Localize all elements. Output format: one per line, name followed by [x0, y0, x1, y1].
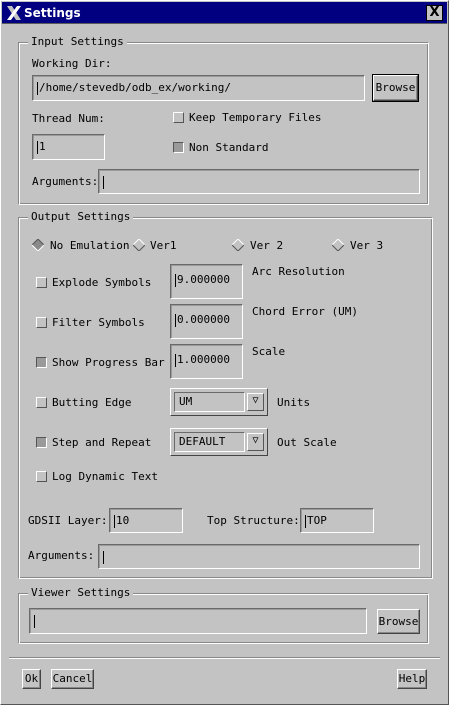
show-progress-label: Show Progress Bar	[52, 356, 165, 369]
cancel-button[interactable]: Cancel	[51, 669, 94, 689]
footer-separator	[9, 657, 440, 659]
input-arguments-label: Arguments:	[32, 175, 99, 188]
log-dynamic-checkbox[interactable]	[36, 471, 47, 482]
radio-ver1-label: Ver1	[150, 239, 177, 252]
radio-ver1[interactable]	[133, 239, 145, 251]
input-arguments-input[interactable]	[98, 169, 420, 194]
units-combo[interactable]: UM ▽	[170, 388, 268, 416]
text-caret	[305, 514, 306, 528]
keep-temp-files-label: Keep Temporary Files	[189, 111, 322, 124]
top-structure-input[interactable]: TOP	[300, 508, 374, 533]
butting-edge-checkbox[interactable]	[36, 397, 47, 408]
radio-ver3[interactable]	[332, 239, 344, 251]
gdsii-layer-label: GDSII Layer:	[28, 514, 108, 527]
text-caret	[37, 81, 38, 95]
non-standard-checkbox[interactable]	[173, 142, 184, 153]
non-standard-label: Non Standard	[189, 141, 269, 154]
log-dynamic-label: Log Dynamic Text	[52, 470, 158, 483]
step-repeat-label: Step and Repeat	[52, 436, 152, 449]
top-structure-label: Top Structure:	[207, 514, 300, 527]
viewer-browse-button[interactable]: Browse	[377, 609, 420, 634]
text-caret	[175, 273, 176, 287]
radio-ver2[interactable]	[232, 239, 244, 251]
text-caret	[103, 175, 104, 189]
gdsii-layer-value: 10	[116, 514, 130, 527]
radio-ver3-label: Ver 3	[350, 239, 384, 252]
title-bar[interactable]: Settings X	[2, 2, 447, 24]
scale-input[interactable]: 1.000000	[170, 344, 243, 379]
x-logo-icon	[7, 6, 21, 20]
settings-dialog: Settings X Input Settings Working Dir: /…	[0, 0, 449, 705]
units-value: UM	[174, 392, 245, 412]
thread-num-value: 1	[39, 140, 46, 153]
chord-error-label: Chord Error (UM)	[252, 305, 358, 318]
text-caret	[175, 313, 176, 327]
window-title: Settings	[24, 6, 81, 20]
keep-temp-files-checkbox[interactable]	[173, 112, 184, 123]
text-caret	[114, 514, 115, 528]
filter-symbols-label: Filter Symbols	[52, 316, 145, 329]
radio-no-emulation-label: No Emulation	[50, 239, 130, 252]
radio-ver2-label: Ver 2	[250, 239, 284, 252]
thread-num-label: Thread Num:	[32, 112, 105, 125]
arc-resolution-input[interactable]: 9.000000	[170, 264, 243, 299]
top-structure-value: TOP	[307, 514, 327, 527]
out-scale-combo[interactable]: DEFAULT ▽	[170, 428, 268, 456]
chord-error-input[interactable]: 0.000000	[170, 304, 243, 339]
arc-resolution-value: 9.000000	[177, 273, 230, 286]
text-caret	[37, 140, 38, 154]
scale-label: Scale	[252, 345, 286, 358]
arc-resolution-label: Arc Resolution	[252, 265, 345, 278]
viewer-path-input[interactable]	[29, 608, 367, 634]
help-button[interactable]: Help	[397, 669, 427, 689]
text-caret	[103, 550, 104, 564]
close-button[interactable]: X	[426, 5, 443, 21]
scale-value: 1.000000	[177, 353, 230, 366]
show-progress-checkbox[interactable]	[36, 357, 47, 368]
text-caret	[175, 353, 176, 367]
input-browse-button[interactable]: Browse	[372, 74, 419, 102]
triangle-down-icon[interactable]: ▽	[247, 393, 264, 411]
butting-edge-label: Butting Edge	[52, 396, 132, 409]
ok-button[interactable]: Ok	[22, 669, 41, 689]
input-settings-title: Input Settings	[28, 35, 127, 49]
output-arguments-label: Arguments:	[28, 549, 95, 562]
gdsii-layer-input[interactable]: 10	[109, 508, 183, 533]
thread-num-input[interactable]: 1	[32, 134, 105, 160]
radio-no-emulation[interactable]	[32, 239, 44, 251]
text-caret	[34, 614, 35, 628]
out-scale-value: DEFAULT	[174, 432, 245, 452]
units-label: Units	[277, 396, 311, 409]
step-repeat-checkbox[interactable]	[36, 437, 47, 448]
triangle-down-icon[interactable]: ▽	[247, 433, 264, 451]
out-scale-label: Out Scale	[277, 436, 337, 449]
working-dir-label: Working Dir:	[32, 57, 112, 70]
working-dir-value: /home/stevedb/odb_ex/working/	[39, 81, 232, 94]
explode-symbols-label: Explode Symbols	[52, 276, 152, 289]
output-arguments-input[interactable]	[98, 544, 420, 569]
explode-symbols-checkbox[interactable]	[36, 277, 47, 288]
viewer-settings-title: Viewer Settings	[28, 586, 134, 600]
filter-symbols-checkbox[interactable]	[36, 317, 47, 328]
working-dir-input[interactable]: /home/stevedb/odb_ex/working/	[32, 75, 365, 101]
output-settings-title: Output Settings	[28, 210, 134, 224]
chord-error-value: 0.000000	[177, 313, 230, 326]
